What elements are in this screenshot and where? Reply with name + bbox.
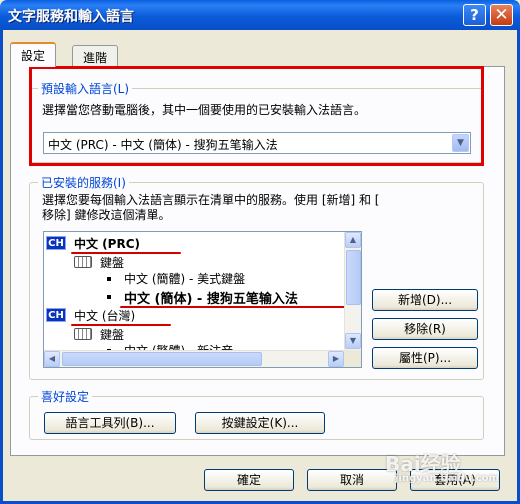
installed-services-description-2: 移除] 鍵修改這個清單。 bbox=[42, 208, 171, 222]
tab-settings[interactable]: 設定 bbox=[10, 42, 57, 67]
tab-advanced[interactable]: 進階 bbox=[72, 45, 119, 67]
keyboard-icon bbox=[74, 328, 92, 340]
preferences-legend: 喜好設定 bbox=[38, 388, 93, 405]
window-title: 文字服務和輸入語言 bbox=[8, 9, 134, 25]
close-button[interactable]: ✕ bbox=[490, 4, 513, 26]
default-language-value: 中文 (PRC) - 中文 (簡体) - 搜狗五笔输入法 bbox=[48, 138, 278, 152]
tree-item-sogou-wubi[interactable]: 中文 (簡体) - 搜狗五笔输入法 bbox=[124, 288, 298, 307]
scroll-left-icon[interactable]: ◀ bbox=[44, 351, 60, 367]
cancel-button[interactable]: 取消 bbox=[307, 469, 397, 491]
ok-button[interactable]: 確定 bbox=[204, 469, 294, 491]
chevron-down-icon[interactable]: ▼ bbox=[452, 134, 469, 152]
scroll-right-icon[interactable]: ▶ bbox=[328, 351, 344, 367]
watermark: Bai经验 jingyan.baidu.com bbox=[385, 448, 499, 484]
default-language-description: 選擇當您啓動電腦後，其中一個要使用的已安裝輸入法語言。 bbox=[42, 103, 367, 117]
bullet-icon bbox=[107, 295, 111, 299]
scroll-thumb[interactable] bbox=[346, 250, 361, 305]
title-bar: 文字服務和輸入語言 ? ✕ bbox=[0, 0, 520, 30]
default-language-select[interactable]: 中文 (PRC) - 中文 (簡体) - 搜狗五笔输入法 ▼ bbox=[43, 132, 471, 154]
tree-item-us-keyboard[interactable]: 中文 (簡體) - 美式鍵盤 bbox=[124, 270, 245, 287]
scroll-up-icon[interactable]: ▲ bbox=[345, 232, 361, 248]
language-bar-button[interactable]: 語言工具列(B)... bbox=[44, 412, 176, 434]
remove-button[interactable]: 移除(R) bbox=[372, 318, 478, 340]
language-badge-tw: CH bbox=[46, 308, 66, 322]
red-underline bbox=[120, 306, 346, 308]
keyboard-icon bbox=[74, 256, 92, 268]
tree-item-lang-prc[interactable]: 中文 (PRC) bbox=[74, 235, 140, 252]
add-button[interactable]: 新增(D)... bbox=[372, 289, 478, 311]
watermark-sub: jingyan.baidu.com bbox=[395, 473, 499, 484]
vertical-scrollbar[interactable]: ▲ ▼ bbox=[344, 232, 361, 350]
language-badge-prc: CH bbox=[46, 236, 66, 250]
tree-item-lang-tw[interactable]: 中文 (台灣) bbox=[74, 307, 135, 324]
key-settings-button[interactable]: 按鍵設定(K)... bbox=[195, 412, 325, 434]
red-underline bbox=[71, 252, 181, 254]
services-tree[interactable]: CH 中文 (PRC) 鍵盤 中文 (簡體) - 美式鍵盤 中文 (簡体) - … bbox=[43, 231, 362, 368]
scroll-corner bbox=[344, 350, 361, 367]
installed-services-legend: 已安裝的服務(I) bbox=[38, 174, 129, 191]
bullet-icon bbox=[107, 277, 111, 281]
tree-item-keyboard-tw[interactable]: 鍵盤 bbox=[100, 326, 124, 343]
scroll-down-icon[interactable]: ▼ bbox=[345, 333, 361, 349]
properties-button[interactable]: 屬性(P)... bbox=[372, 347, 478, 369]
horizontal-scroll-thumb[interactable] bbox=[62, 352, 262, 366]
tree-item-keyboard-prc[interactable]: 鍵盤 bbox=[100, 254, 124, 271]
help-button[interactable]: ? bbox=[463, 4, 486, 26]
horizontal-scrollbar[interactable]: ◀ ▶ bbox=[44, 350, 345, 367]
